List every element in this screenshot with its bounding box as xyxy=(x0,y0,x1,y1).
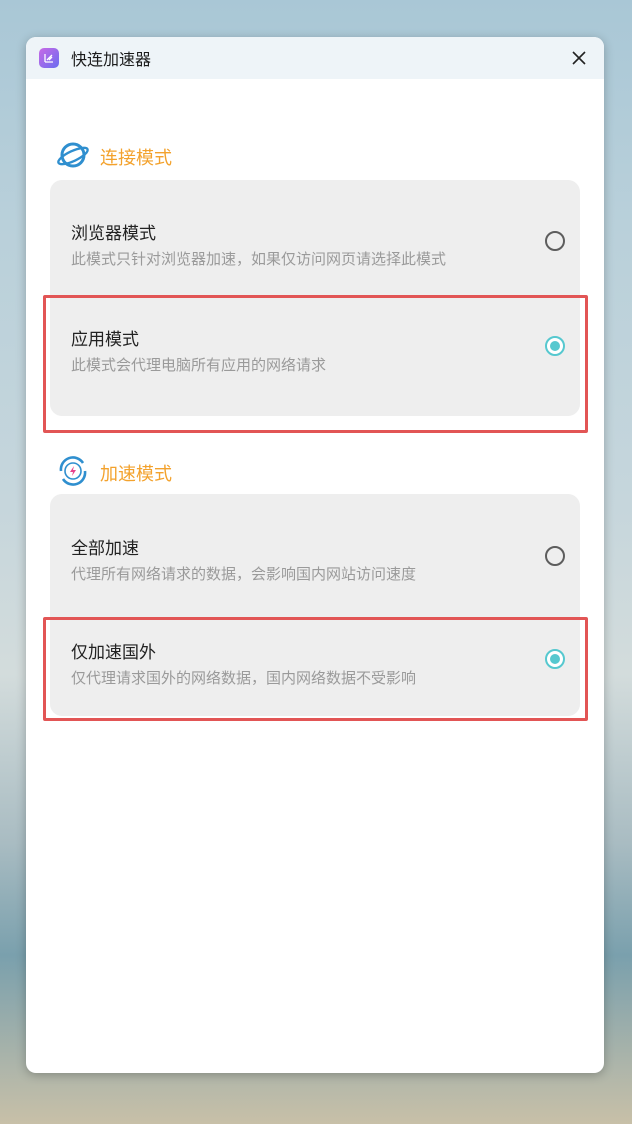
connection-mode-label: 连接模式 xyxy=(100,148,172,169)
radio-full-acceleration[interactable] xyxy=(545,546,565,566)
option-app-mode[interactable]: 应用模式 此模式会代理电脑所有应用的网络请求 xyxy=(50,295,580,416)
lightning-icon xyxy=(56,454,90,492)
acceleration-mode-label: 加速模式 xyxy=(100,464,172,485)
window-title: 快连加速器 xyxy=(71,50,152,69)
option-browser-mode[interactable]: 浏览器模式 此模式只针对浏览器加速，如果仅访问网页请选择此模式 xyxy=(50,180,580,295)
radio-overseas-only[interactable] xyxy=(545,649,565,669)
acceleration-mode-heading: 加速模式 xyxy=(56,454,172,492)
option-title: 仅加速国外 xyxy=(71,643,156,663)
connection-mode-card: 浏览器模式 此模式只针对浏览器加速，如果仅访问网页请选择此模式 应用模式 此模式… xyxy=(50,180,580,416)
radio-browser-mode[interactable] xyxy=(545,231,565,251)
option-full-acceleration[interactable]: 全部加速 代理所有网络请求的数据，会影响国内网站访问速度 xyxy=(50,494,580,606)
option-description: 此模式只针对浏览器加速，如果仅访问网页请选择此模式 xyxy=(71,250,447,268)
radio-app-mode[interactable] xyxy=(545,336,565,356)
option-description: 代理所有网络请求的数据，会影响国内网站访问速度 xyxy=(71,565,417,583)
option-description: 仅代理请求国外的网络数据，国内网络数据不受影响 xyxy=(71,669,417,687)
close-icon xyxy=(572,51,586,65)
acceleration-mode-card: 全部加速 代理所有网络请求的数据，会影响国内网站访问速度 仅加速国外 仅代理请求… xyxy=(50,494,580,716)
option-overseas-only[interactable]: 仅加速国外 仅代理请求国外的网络数据，国内网络数据不受影响 xyxy=(50,606,580,716)
title-bar: 快连加速器 xyxy=(26,37,604,79)
app-logo-icon xyxy=(39,48,59,68)
planet-icon xyxy=(56,139,90,175)
option-title: 全部加速 xyxy=(71,539,139,559)
app-window: 快连加速器 连接模式 浏览器模式 此模式只针对浏览器加速，如果仅访问网页请选择此… xyxy=(26,37,604,1073)
close-button[interactable] xyxy=(562,41,596,75)
connection-mode-heading: 连接模式 xyxy=(56,139,172,175)
option-description: 此模式会代理电脑所有应用的网络请求 xyxy=(71,356,327,374)
option-title: 应用模式 xyxy=(71,330,139,350)
option-title: 浏览器模式 xyxy=(71,224,156,244)
